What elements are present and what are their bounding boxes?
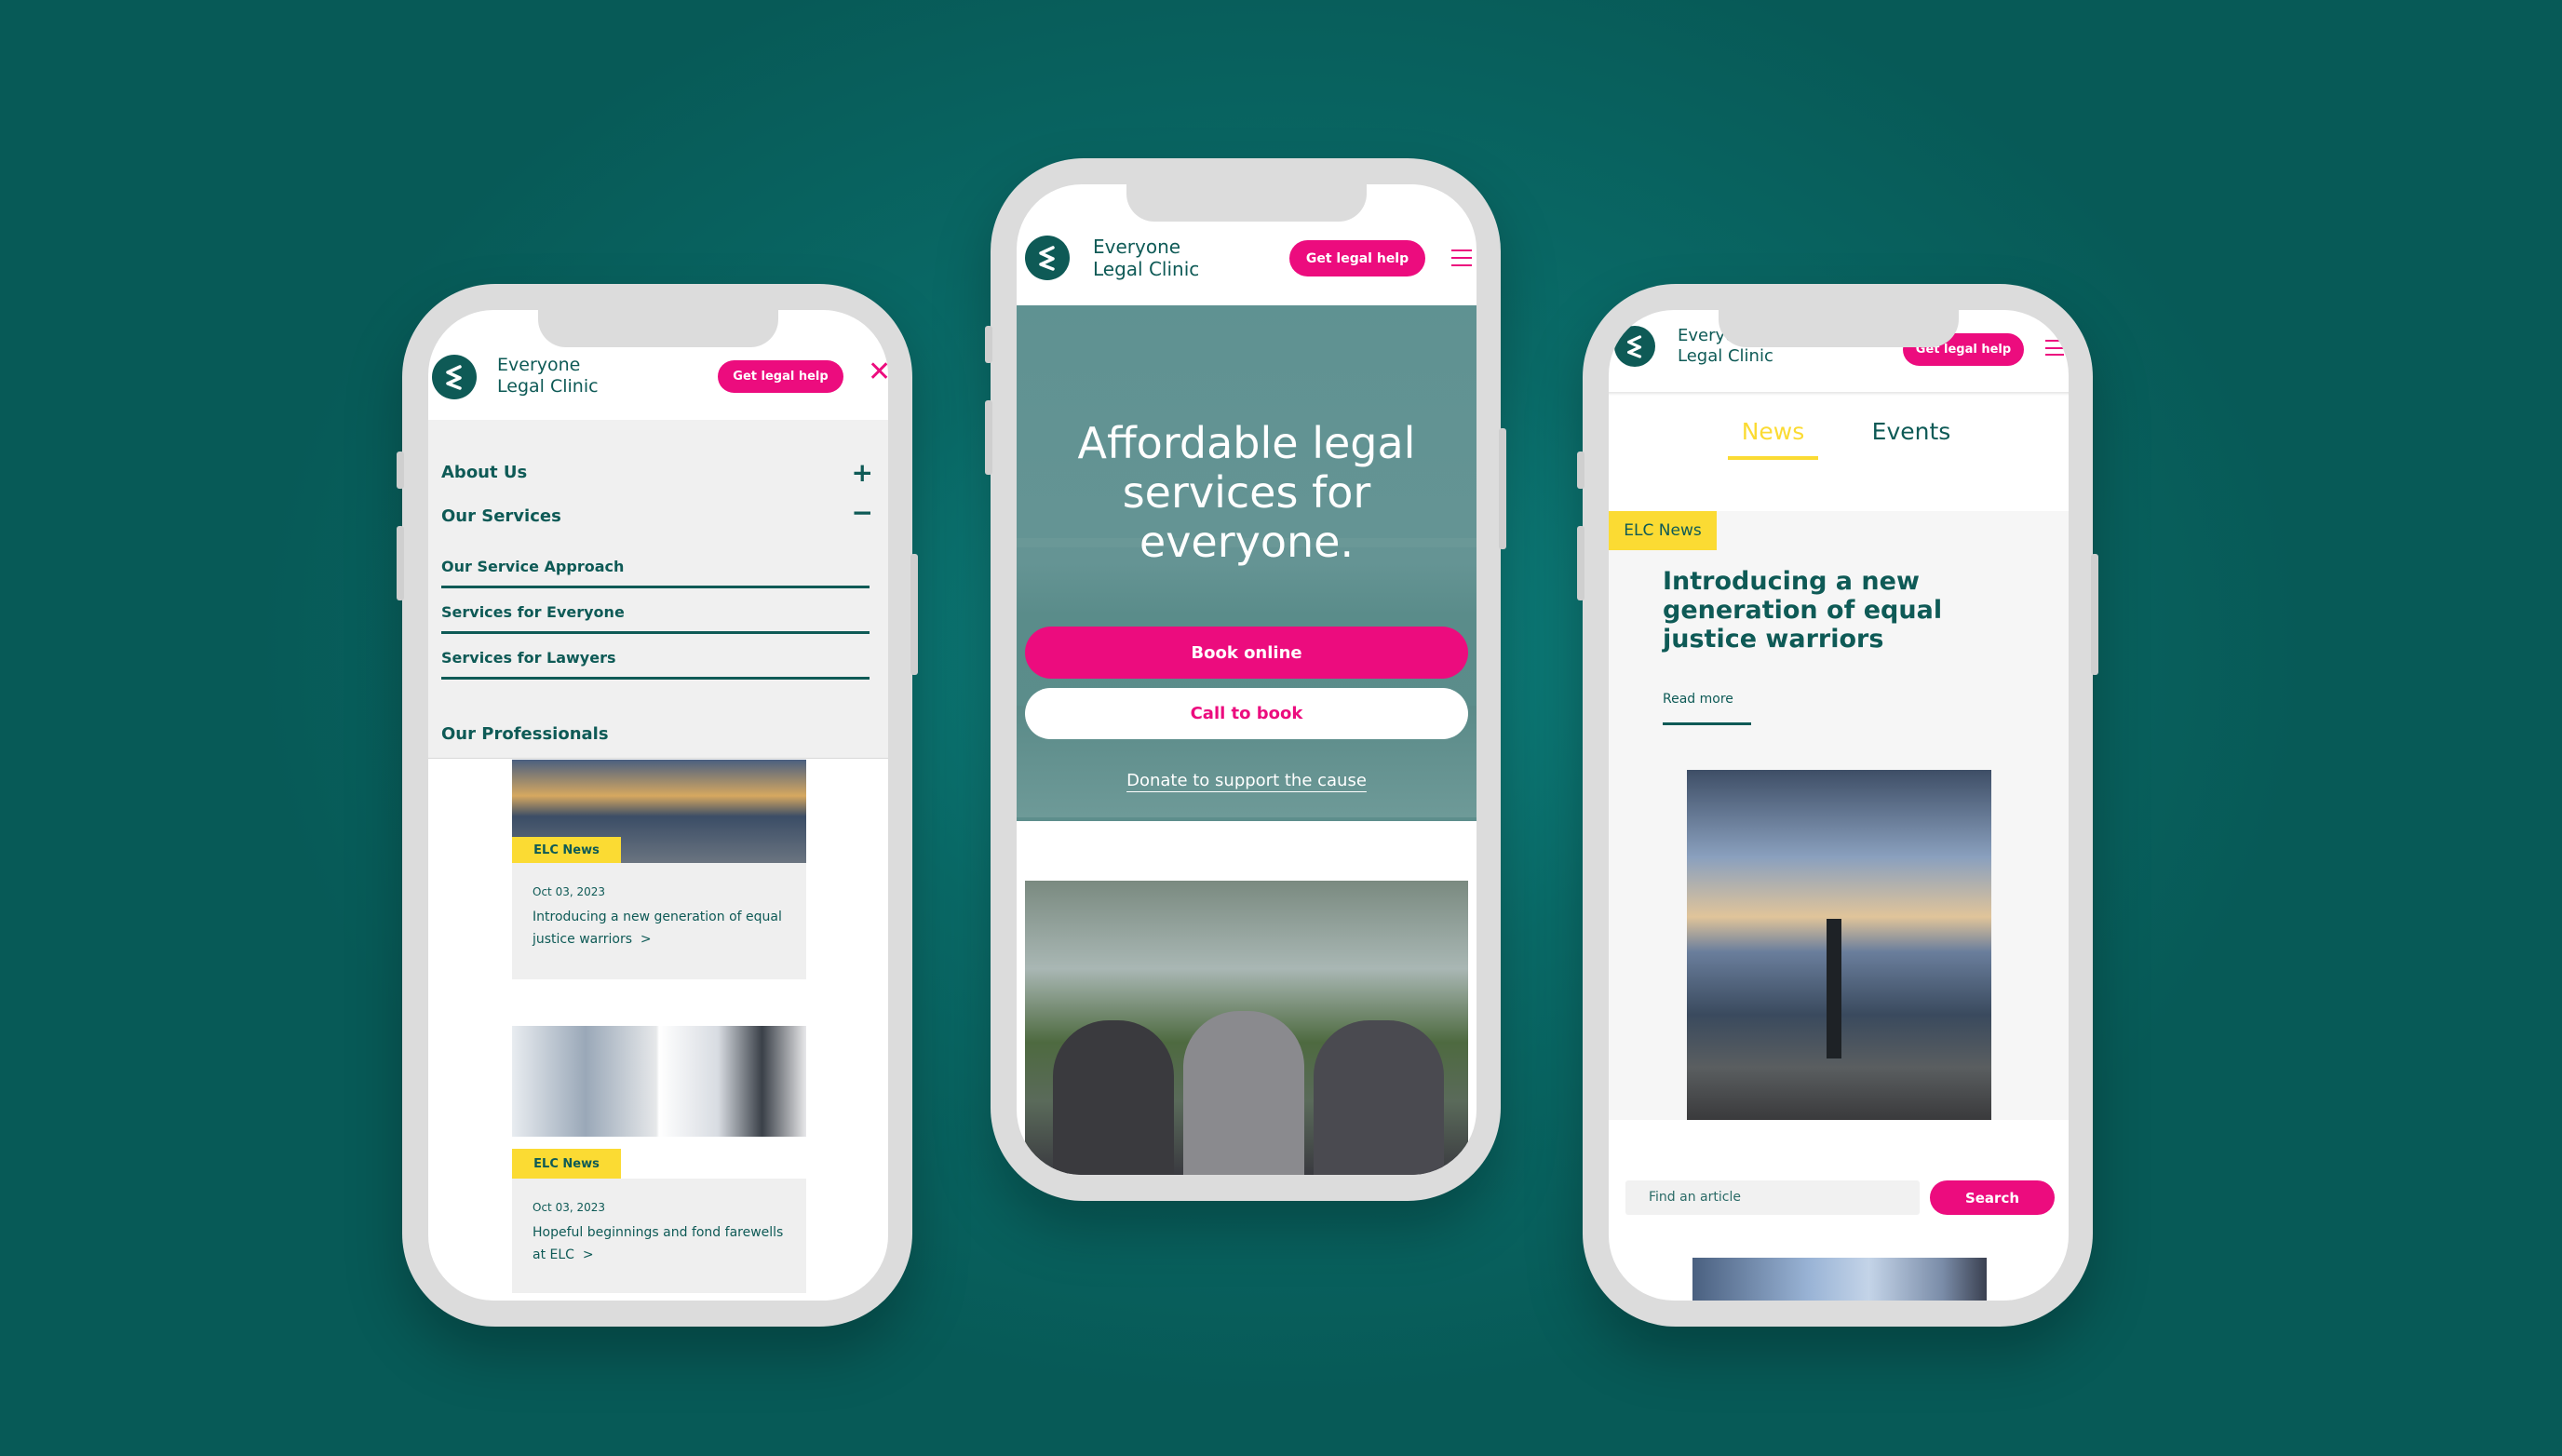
phone-side-button — [985, 400, 992, 475]
phone-side-button — [1577, 526, 1584, 600]
card-title[interactable]: Introducing a new generation of equal ju… — [533, 906, 786, 950]
phone-side-button — [397, 452, 404, 489]
menu-item-our-professionals[interactable]: Our Professionals — [441, 724, 609, 744]
hamburger-menu-icon[interactable] — [2045, 340, 2064, 356]
phone-side-button — [910, 554, 918, 675]
chevron-right-icon: > — [640, 932, 652, 947]
close-icon[interactable]: ✕ — [868, 358, 888, 386]
logo-icon[interactable] — [1025, 236, 1070, 280]
brand-line1: Everyone — [1093, 236, 1181, 258]
brand-line2: Legal Clinic — [1093, 258, 1200, 280]
phone-side-button — [2091, 554, 2098, 675]
menu-label: Our Services — [441, 506, 561, 526]
phone-right: Everyone Legal Clinic Get legal help News… — [1577, 284, 2098, 1327]
phone-side-button — [1499, 428, 1506, 549]
headline-line: everyone. — [1139, 517, 1355, 567]
card-date: Oct 03, 2023 — [533, 1201, 605, 1214]
plus-icon[interactable]: + — [852, 457, 873, 488]
menu-item-about-us[interactable]: About Us + — [441, 457, 875, 488]
brand-name[interactable]: Everyone Legal Clinic — [1093, 236, 1199, 280]
card-title[interactable]: Hopeful beginnings and fond farewells at… — [533, 1221, 786, 1266]
minus-icon[interactable]: − — [852, 497, 873, 528]
article-tag: ELC News — [1609, 511, 1717, 550]
headline-line: services for — [1122, 467, 1371, 518]
screen-home: Everyone Legal Clinic Get legal help Affo… — [1017, 184, 1477, 1175]
card-title-text: Hopeful beginnings and fond farewells at… — [533, 1225, 784, 1262]
submenu-our-service-approach[interactable]: Our Service Approach — [441, 558, 870, 588]
news-card[interactable]: Oct 03, 2023 Introducing a new generatio… — [512, 863, 806, 979]
brand-name[interactable]: Everyone Legal Clinic — [497, 355, 599, 398]
news-card[interactable]: Oct 03, 2023 Hopeful beginnings and fond… — [512, 1179, 806, 1293]
phone-side-button — [985, 326, 992, 363]
tab-news[interactable]: News — [1728, 418, 1818, 445]
chevron-right-icon: > — [582, 1247, 594, 1262]
screen-news: Everyone Legal Clinic Get legal help News… — [1609, 310, 2069, 1301]
card-image[interactable] — [512, 1026, 806, 1137]
search-button[interactable]: Search — [1930, 1180, 2055, 1215]
search-input[interactable]: Find an article — [1625, 1180, 1920, 1215]
brand-line2: Legal Clinic — [497, 376, 599, 397]
phone-notch — [1719, 310, 1959, 347]
read-more-link[interactable]: Read more — [1663, 692, 1751, 725]
header-divider — [1609, 392, 2069, 396]
headline-line: Affordable legal — [1077, 418, 1416, 468]
phone-left: Everyone Legal Clinic Get legal help ✕ Ab… — [397, 284, 918, 1327]
article-title[interactable]: Introducing a new generation of equal ju… — [1663, 567, 2044, 654]
phone-side-button — [1577, 452, 1584, 489]
card-title-text: Introducing a new generation of equal ju… — [533, 910, 782, 947]
phone-notch — [538, 310, 778, 347]
menu-label: About Us — [441, 463, 528, 482]
hamburger-menu-icon[interactable] — [1451, 249, 1472, 266]
phone-center: Everyone Legal Clinic Get legal help Affo… — [985, 158, 1506, 1201]
team-photo — [1025, 881, 1468, 1175]
submenu-services-for-lawyers[interactable]: Services for Lawyers — [441, 649, 870, 680]
screen-menu: Everyone Legal Clinic Get legal help ✕ Ab… — [428, 310, 888, 1301]
card-tag: ELC News — [512, 837, 621, 863]
card-date: Oct 03, 2023 — [533, 885, 605, 898]
call-to-book-button[interactable]: Call to book — [1025, 688, 1468, 739]
card-tag: ELC News — [512, 1149, 621, 1179]
submenu-services-for-everyone[interactable]: Services for Everyone — [441, 603, 870, 634]
logo-icon[interactable] — [1614, 326, 1655, 367]
tab-events[interactable]: Events — [1869, 418, 1953, 445]
menu-item-our-services[interactable]: Our Services − — [441, 497, 875, 528]
get-legal-help-button[interactable]: Get legal help — [1289, 240, 1425, 276]
article-image[interactable] — [1687, 770, 1991, 1120]
phone-side-button — [397, 526, 404, 600]
brand-line1: Everyone — [497, 355, 581, 375]
article-image[interactable] — [1692, 1258, 1987, 1301]
tab-news-underline — [1728, 456, 1818, 460]
brand-line2: Legal Clinic — [1678, 346, 1773, 366]
get-legal-help-button[interactable]: Get legal help — [718, 360, 843, 393]
book-online-button[interactable]: Book online — [1025, 627, 1468, 679]
phone-notch — [1126, 184, 1367, 222]
logo-icon[interactable] — [432, 355, 477, 399]
donate-link[interactable]: Donate to support the cause — [1017, 771, 1477, 790]
hero-headline: Affordable legal services for everyone. — [1017, 419, 1477, 567]
